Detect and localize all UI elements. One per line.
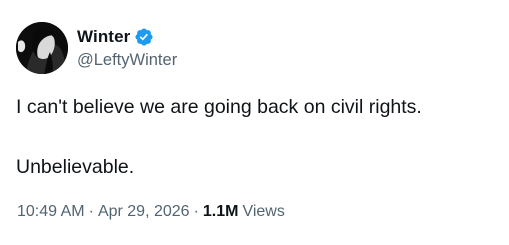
tweet-text-line-2: Unbelievable. <box>16 156 135 178</box>
tweet-text-line-1: I can't believe we are going back on civ… <box>16 96 422 118</box>
avatar-image <box>16 22 68 74</box>
tweet-meta: 10:49 AM · Apr 29, 2026 · 1.1M Views <box>17 203 285 221</box>
author-handle[interactable]: @LeftyWinter <box>77 49 177 71</box>
tweet-date[interactable]: Apr 29, 2026 <box>98 203 190 221</box>
tweet-header: Winter @LeftyWinter <box>16 22 496 74</box>
author-display-name[interactable]: Winter <box>77 27 130 47</box>
avatar[interactable] <box>16 22 68 74</box>
verified-badge-icon[interactable] <box>134 27 154 47</box>
meta-separator: · <box>88 203 94 220</box>
tweet-text: I can't believe we are going back on civ… <box>16 94 422 180</box>
author-names: Winter @LeftyWinter <box>77 26 177 71</box>
tweet-card: Winter @LeftyWinter I can't believe we a… <box>16 22 496 220</box>
tweet-time[interactable]: 10:49 AM <box>17 203 85 221</box>
views-label[interactable]: Views <box>242 203 284 221</box>
meta-separator: · <box>193 203 199 220</box>
name-row: Winter <box>77 26 177 48</box>
views-count[interactable]: 1.1M <box>203 203 239 221</box>
